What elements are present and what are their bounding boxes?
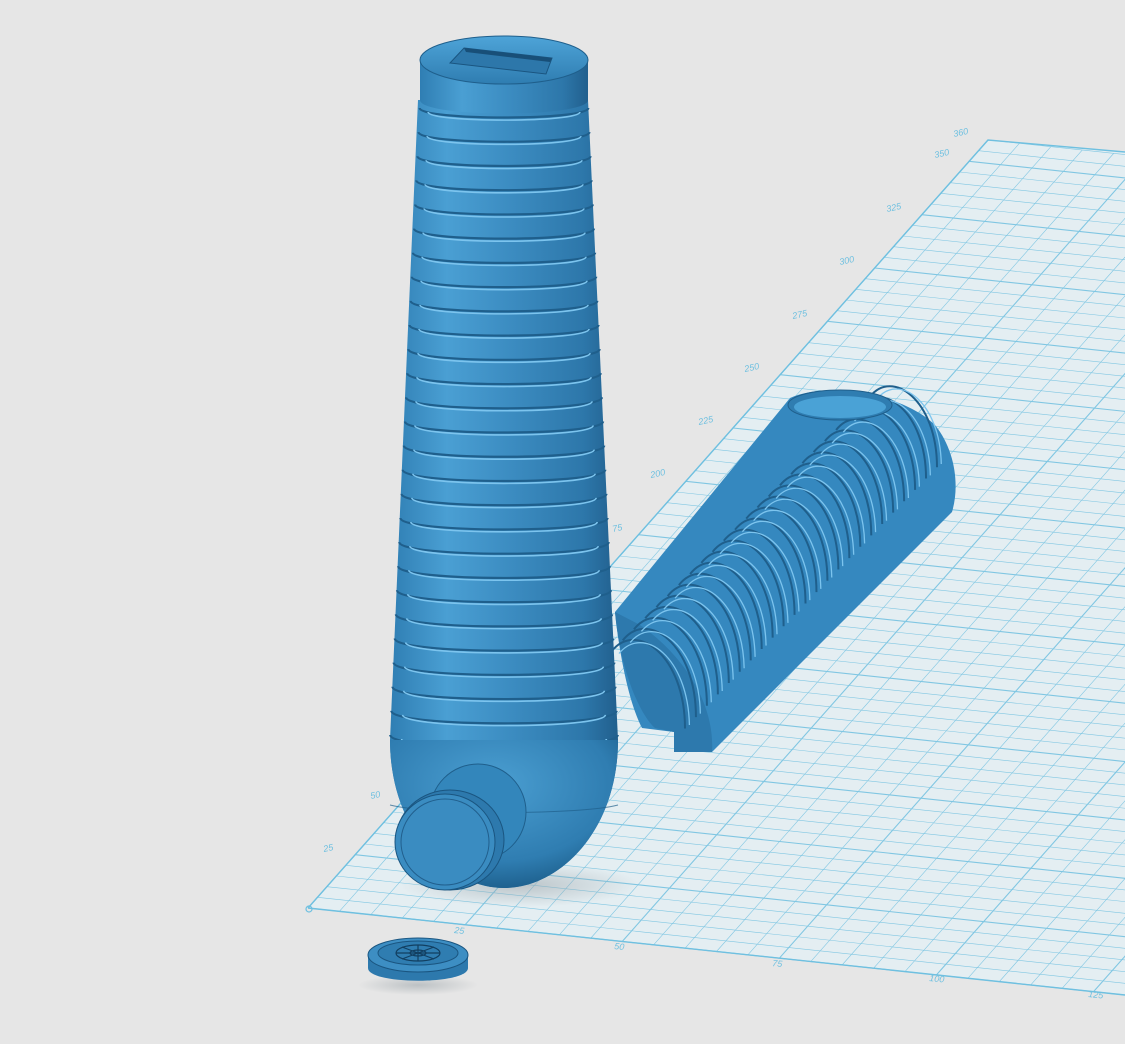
- pommel-cap[interactable]: [394, 789, 505, 891]
- y-tick-label: 360: [952, 126, 969, 139]
- x-tick-label: 25: [453, 925, 466, 936]
- 3d-viewport[interactable]: 25 50 75 200 225 250 275 300 325 350 360…: [0, 0, 1125, 1044]
- y-tick-label: 25: [321, 842, 335, 854]
- y-tick-label: 350: [933, 147, 950, 160]
- y-tick-label: 200: [648, 467, 666, 480]
- y-tick-label: 250: [742, 361, 760, 374]
- scene-canvas[interactable]: 25 50 75 200 225 250 275 300 325 350 360…: [0, 0, 1125, 1044]
- hilt-vertical[interactable]: [389, 35, 619, 888]
- y-tick-label: 300: [838, 254, 855, 267]
- x-tick-label: 75: [772, 958, 784, 969]
- y-tick-label: 325: [885, 201, 903, 214]
- y-tick-label: 225: [696, 414, 715, 427]
- emblem-disc[interactable]: [367, 937, 469, 981]
- x-tick-label: 100: [929, 973, 945, 985]
- y-tick-label: 50: [369, 789, 381, 801]
- x-tick-label: 125: [1088, 989, 1105, 1001]
- y-tick-label: 275: [790, 308, 809, 321]
- x-tick-label: 50: [614, 941, 625, 952]
- imperial-crest-icon: [395, 944, 441, 962]
- y-tick-label: 75: [611, 522, 624, 534]
